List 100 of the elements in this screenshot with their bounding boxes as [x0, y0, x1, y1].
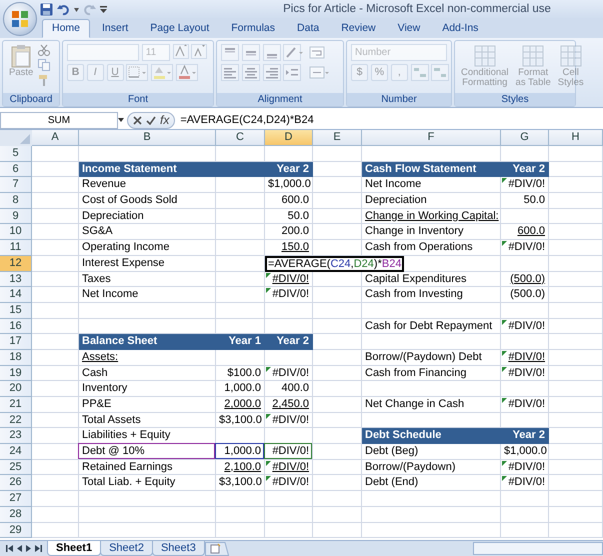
empty-cell[interactable]	[313, 491, 362, 507]
previous-sheet-icon[interactable]	[17, 545, 22, 552]
empty-cell[interactable]	[313, 366, 362, 382]
empty-cell[interactable]	[216, 522, 265, 538]
empty-cell[interactable]	[313, 397, 362, 413]
close-icon[interactable]	[133, 116, 142, 124]
empty-cell[interactable]	[265, 350, 313, 366]
sheet-tab[interactable]: Sheet1	[47, 541, 102, 556]
empty-cell[interactable]	[265, 522, 313, 538]
empty-cell[interactable]	[313, 177, 362, 194]
row-header[interactable]: 29	[0, 522, 32, 538]
empty-cell[interactable]	[549, 272, 603, 288]
empty-cell[interactable]	[501, 506, 549, 522]
empty-cell[interactable]	[216, 350, 265, 366]
empty-cell[interactable]	[265, 491, 313, 507]
column-header[interactable]: B	[79, 130, 216, 146]
empty-cell[interactable]	[501, 381, 549, 397]
empty-cell[interactable]	[313, 287, 362, 303]
empty-cell[interactable]	[362, 302, 501, 319]
row-header[interactable]: 17	[0, 334, 32, 350]
empty-cell[interactable]	[313, 412, 362, 428]
empty-cell[interactable]	[362, 522, 501, 538]
empty-cell[interactable]	[313, 460, 362, 476]
customize-icon[interactable]	[100, 6, 107, 14]
row-header[interactable]: 13	[0, 272, 32, 288]
caret-icon[interactable]	[74, 8, 79, 12]
empty-cell[interactable]	[313, 381, 362, 397]
ribbon-tab[interactable]: Formulas	[221, 19, 286, 38]
row-header[interactable]: 28	[0, 506, 32, 522]
insert-sheet-icon[interactable]	[204, 542, 229, 556]
save-icon[interactable]	[40, 3, 53, 16]
first-sheet-icon[interactable]	[6, 545, 13, 552]
row-header[interactable]: 7	[0, 177, 32, 194]
empty-cell[interactable]	[216, 240, 265, 256]
empty-cell[interactable]	[362, 491, 501, 507]
empty-cell[interactable]	[313, 208, 362, 224]
empty-cell[interactable]	[313, 193, 362, 209]
column-header[interactable]: G	[501, 130, 549, 146]
empty-cell[interactable]	[362, 506, 501, 522]
empty-cell[interactable]	[501, 256, 549, 272]
row-header[interactable]: 22	[0, 412, 32, 428]
empty-cell[interactable]	[549, 522, 603, 538]
empty-cell[interactable]	[79, 491, 216, 507]
empty-cell[interactable]	[549, 224, 603, 240]
row-header[interactable]: 19	[0, 366, 32, 382]
empty-cell[interactable]	[549, 256, 603, 272]
empty-cell[interactable]	[216, 272, 265, 288]
sheet-tab[interactable]: Sheet2	[100, 541, 153, 556]
row-header[interactable]: 5	[0, 146, 32, 162]
row-header[interactable]: 20	[0, 381, 32, 397]
empty-cell[interactable]	[549, 506, 603, 522]
empty-cell[interactable]	[549, 460, 603, 476]
empty-cell[interactable]	[313, 506, 362, 522]
empty-cell[interactable]	[216, 302, 265, 319]
ribbon-tab[interactable]: Add-Ins	[432, 19, 488, 38]
empty-cell[interactable]	[313, 302, 362, 319]
empty-cell[interactable]	[79, 302, 216, 319]
empty-cell[interactable]	[216, 193, 265, 209]
empty-cell[interactable]	[313, 444, 362, 460]
empty-cell[interactable]	[79, 522, 216, 538]
active-cell[interactable]: =AVERAGE(C24,D24)*B24	[265, 256, 404, 272]
row-header[interactable]: 11	[0, 240, 32, 256]
empty-cell[interactable]	[549, 397, 603, 413]
empty-cell[interactable]	[501, 302, 549, 319]
office-button[interactable]	[3, 2, 37, 36]
empty-cell[interactable]	[549, 334, 603, 350]
empty-cell[interactable]	[362, 334, 501, 350]
empty-cell[interactable]	[501, 334, 549, 350]
scroll-bar[interactable]	[473, 542, 603, 555]
empty-cell[interactable]	[216, 506, 265, 522]
ribbon-tab[interactable]: Home	[42, 19, 90, 38]
column-header[interactable]: H	[549, 130, 603, 146]
ribbon-tab[interactable]: View	[388, 19, 430, 38]
row-header[interactable]: 10	[0, 224, 32, 240]
name-box[interactable]: SUM	[0, 112, 118, 128]
row-header[interactable]: 16	[0, 318, 32, 334]
empty-cell[interactable]	[549, 350, 603, 366]
column-header[interactable]: A	[32, 130, 79, 146]
row-header[interactable]: 25	[0, 460, 32, 476]
empty-cell[interactable]	[501, 522, 549, 538]
empty-cell[interactable]	[216, 287, 265, 303]
empty-cell[interactable]	[549, 475, 603, 492]
ribbon-tab[interactable]: Data	[287, 19, 330, 38]
empty-cell[interactable]	[549, 491, 603, 507]
empty-cell[interactable]	[549, 318, 603, 334]
undo-icon[interactable]	[57, 3, 70, 16]
column-header[interactable]: F	[362, 130, 501, 146]
empty-cell[interactable]	[549, 193, 603, 209]
row-header[interactable]: 18	[0, 350, 32, 366]
empty-cell[interactable]	[216, 177, 265, 194]
row-header[interactable]: 23	[0, 428, 32, 444]
empty-cell[interactable]	[549, 208, 603, 224]
check-icon[interactable]	[146, 116, 156, 124]
empty-cell[interactable]	[549, 146, 603, 162]
empty-cell[interactable]	[313, 224, 362, 240]
ribbon-tab[interactable]: Page Layout	[140, 19, 220, 38]
row-header[interactable]: 6	[0, 162, 32, 178]
empty-cell[interactable]	[313, 318, 362, 334]
empty-cell[interactable]	[313, 522, 362, 538]
row-header[interactable]: 27	[0, 491, 32, 507]
